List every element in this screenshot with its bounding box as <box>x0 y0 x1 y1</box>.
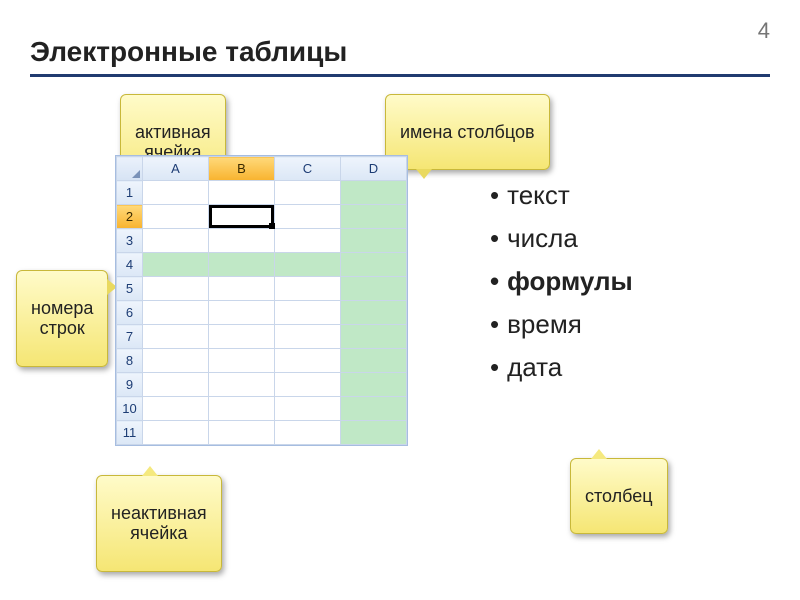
cell-A6[interactable] <box>143 301 209 325</box>
cell-D11[interactable] <box>341 421 407 445</box>
cell-B8[interactable] <box>209 349 275 373</box>
row-header-3[interactable]: 3 <box>117 229 143 253</box>
row-header-9[interactable]: 9 <box>117 373 143 397</box>
callout-row-numbers: номера строк <box>16 270 108 367</box>
page-number: 4 <box>758 18 770 44</box>
cell-B9[interactable] <box>209 373 275 397</box>
cell-B4[interactable] <box>209 253 275 277</box>
cell-A11[interactable] <box>143 421 209 445</box>
cell-B10[interactable] <box>209 397 275 421</box>
row-header-10[interactable]: 10 <box>117 397 143 421</box>
cell-C7[interactable] <box>275 325 341 349</box>
callout-tail <box>591 449 607 459</box>
cell-D9[interactable] <box>341 373 407 397</box>
title-underline <box>30 74 770 77</box>
spreadsheet: ABCD 1234567891011 <box>115 155 408 446</box>
callout-tail <box>142 466 158 476</box>
cell-B11[interactable] <box>209 421 275 445</box>
slide-title: Электронные таблицы <box>30 36 347 68</box>
callout-column: столбец <box>570 458 668 534</box>
cell-D2[interactable] <box>341 205 407 229</box>
cell-A3[interactable] <box>143 229 209 253</box>
row-header-11[interactable]: 11 <box>117 421 143 445</box>
cell-A9[interactable] <box>143 373 209 397</box>
list-item: время <box>490 309 633 340</box>
cell-D10[interactable] <box>341 397 407 421</box>
content-types-list: текст числа формулы время дата <box>490 180 633 395</box>
cell-B7[interactable] <box>209 325 275 349</box>
cell-D6[interactable] <box>341 301 407 325</box>
cell-C2[interactable] <box>275 205 341 229</box>
row-header-4[interactable]: 4 <box>117 253 143 277</box>
column-header-B[interactable]: B <box>209 157 275 181</box>
cell-A7[interactable] <box>143 325 209 349</box>
cell-D3[interactable] <box>341 229 407 253</box>
column-header-D[interactable]: D <box>341 157 407 181</box>
list-item: текст <box>490 180 633 211</box>
cell-C5[interactable] <box>275 277 341 301</box>
callout-column-names: имена столбцов <box>385 94 550 170</box>
list-item: формулы <box>490 266 633 297</box>
cell-D4[interactable] <box>341 253 407 277</box>
cell-C6[interactable] <box>275 301 341 325</box>
cell-C11[interactable] <box>275 421 341 445</box>
column-header-C[interactable]: C <box>275 157 341 181</box>
row-header-1[interactable]: 1 <box>117 181 143 205</box>
cell-C10[interactable] <box>275 397 341 421</box>
cell-D7[interactable] <box>341 325 407 349</box>
list-item: дата <box>490 352 633 383</box>
callout-inactive-cell: неактивная ячейка <box>96 475 222 572</box>
cell-C3[interactable] <box>275 229 341 253</box>
cell-A4[interactable] <box>143 253 209 277</box>
row-header-2[interactable]: 2 <box>117 205 143 229</box>
cell-A8[interactable] <box>143 349 209 373</box>
cell-A1[interactable] <box>143 181 209 205</box>
callout-label: имена столбцов <box>400 122 535 142</box>
cell-B1[interactable] <box>209 181 275 205</box>
cell-A10[interactable] <box>143 397 209 421</box>
cell-B6[interactable] <box>209 301 275 325</box>
row-header-7[interactable]: 7 <box>117 325 143 349</box>
callout-label: номера строк <box>31 298 93 339</box>
cell-B2[interactable] <box>209 205 275 229</box>
cell-A2[interactable] <box>143 205 209 229</box>
row-header-6[interactable]: 6 <box>117 301 143 325</box>
cell-B5[interactable] <box>209 277 275 301</box>
cell-D1[interactable] <box>341 181 407 205</box>
row-header-8[interactable]: 8 <box>117 349 143 373</box>
cell-A5[interactable] <box>143 277 209 301</box>
cell-B3[interactable] <box>209 229 275 253</box>
list-item: числа <box>490 223 633 254</box>
cell-D5[interactable] <box>341 277 407 301</box>
column-header-A[interactable]: A <box>143 157 209 181</box>
row-header-5[interactable]: 5 <box>117 277 143 301</box>
cell-C4[interactable] <box>275 253 341 277</box>
callout-label: столбец <box>585 486 653 506</box>
cell-D8[interactable] <box>341 349 407 373</box>
callout-label: неактивная ячейка <box>111 503 207 544</box>
callout-tail <box>416 169 432 179</box>
select-all-corner[interactable] <box>117 157 143 181</box>
cell-C1[interactable] <box>275 181 341 205</box>
cell-C8[interactable] <box>275 349 341 373</box>
cell-C9[interactable] <box>275 373 341 397</box>
